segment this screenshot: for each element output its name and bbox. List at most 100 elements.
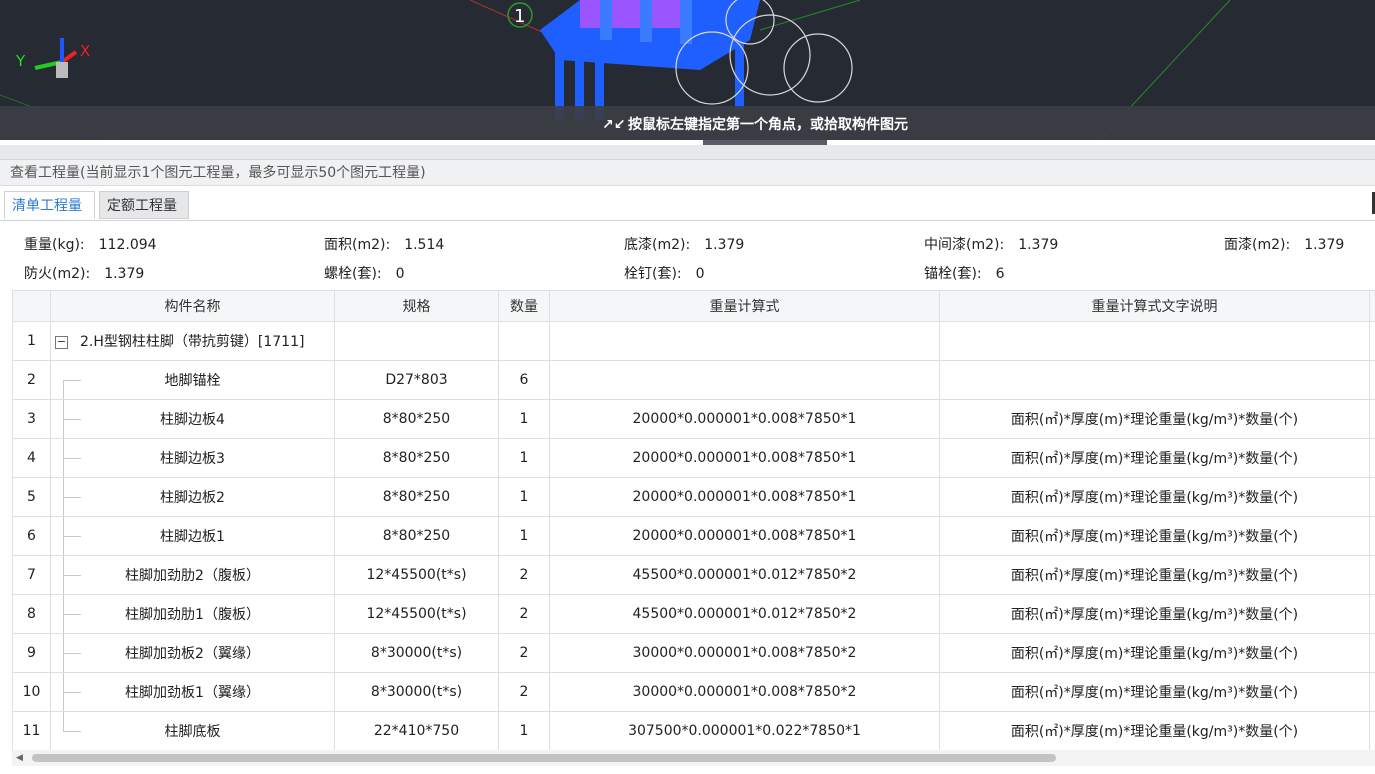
col-header-extra [1369,290,1375,322]
row-qty [498,321,550,361]
table-row[interactable]: 7 柱脚加劲肋2（腹板） 12*45500(t*s) 2 45500*0.000… [12,555,1375,595]
summary-studs: 栓钉(套): 0 [624,266,705,282]
scroll-left-icon[interactable]: ◀ [16,753,23,763]
anchor-bolt-shape[interactable] [735,40,744,110]
row-spec: 12*45500(t*s) [334,555,499,595]
panel-splitter[interactable] [0,145,1375,160]
row-extra [1369,438,1375,478]
row-formula [549,321,940,361]
stiffener-shape[interactable] [600,0,612,40]
row-spec: 22*410*750 [334,711,499,751]
col-header-formula[interactable]: 重量计算式 [549,290,940,322]
table-row[interactable]: 2 地脚锚栓 D27*803 6 [12,360,1375,400]
row-extra [1369,321,1375,361]
table-row[interactable]: 10 柱脚加劲板1（翼缘） 8*30000(t*s) 2 30000*0.000… [12,672,1375,712]
panel-title: 查看工程量(当前显示1个图元工程量，最多可显示50个图元工程量) [0,160,1375,186]
row-extra [1369,477,1375,517]
summary-intermediate-paint: 中间漆(m2): 1.379 [924,237,1059,253]
table-row[interactable]: 3 柱脚边板4 8*80*250 1 20000*0.000001*0.008*… [12,399,1375,439]
tab-strip: 清单工程量 定额工程量 [0,190,1375,221]
row-name: 2.H型钢柱柱脚（带抗剪键）[1711] [80,334,305,350]
summary-weight: 重量(kg): 112.094 [24,237,157,253]
stiffener-shape[interactable] [640,0,652,42]
row-index: 10 [12,672,51,712]
summary-area: 面积(m2): 1.514 [324,237,445,253]
row-name-cell: 柱脚底板 [50,711,335,751]
row-extra [1369,360,1375,400]
col-header-qty[interactable]: 数量 [498,290,550,322]
status-hint: ↗↙ 按鼠标左键指定第一个角点，或拾取构件图元 [602,114,908,134]
row-qty: 2 [498,594,550,634]
row-name-cell: 柱脚边板4 [50,399,335,439]
horizontal-scrollbar[interactable]: ◀ [12,750,1375,766]
row-extra [1369,399,1375,439]
tab-quota-quantity[interactable]: 定额工程量 [99,191,189,219]
row-spec: 8*80*250 [334,516,499,556]
row-qty: 6 [498,360,550,400]
table-row[interactable]: 9 柱脚加劲板2（翼缘） 8*30000(t*s) 2 30000*0.0000… [12,633,1375,673]
row-formula [549,360,940,400]
row-spec: 8*80*250 [334,399,499,439]
row-name-cell: −2.H型钢柱柱脚（带抗剪键）[1711] [50,321,335,361]
row-qty: 1 [498,516,550,556]
row-desc: 面积(㎡)*厚度(m)*理论重量(kg/m³)*数量(个) [939,477,1370,517]
summary-primer: 底漆(m2): 1.379 [624,237,745,253]
row-desc: 面积(㎡)*厚度(m)*理论重量(kg/m³)*数量(个) [939,711,1370,751]
axis-gizmo-icon: Y X [15,38,90,78]
row-formula: 45500*0.000001*0.012*7850*2 [549,555,940,595]
row-extra [1369,672,1375,712]
row-name-cell: 柱脚加劲板2（翼缘） [50,633,335,673]
row-desc [939,360,1370,400]
row-name: 柱脚加劲板1（翼缘） [125,685,260,701]
row-extra [1369,516,1375,556]
row-index: 7 [12,555,51,595]
row-extra [1369,711,1375,751]
row-formula: 30000*0.000001*0.008*7850*2 [549,672,940,712]
row-desc: 面积(㎡)*厚度(m)*理论重量(kg/m³)*数量(个) [939,438,1370,478]
row-desc: 面积(㎡)*厚度(m)*理论重量(kg/m³)*数量(个) [939,555,1370,595]
table-row[interactable]: 11 柱脚底板 22*410*750 1 307500*0.000001*0.0… [12,711,1375,751]
row-index: 5 [12,477,51,517]
row-qty: 1 [498,711,550,751]
table-row[interactable]: 4 柱脚边板3 8*80*250 1 20000*0.000001*0.008*… [12,438,1375,478]
collapse-toggle-icon[interactable]: − [55,335,68,349]
col-header-index[interactable] [12,290,51,322]
table-row[interactable]: 5 柱脚边板2 8*80*250 1 20000*0.000001*0.008*… [12,477,1375,517]
scrollbar-thumb[interactable] [32,754,1056,762]
col-header-desc[interactable]: 重量计算式文字说明 [939,290,1370,322]
row-name: 柱脚边板1 [160,529,225,545]
row-index: 3 [12,399,51,439]
tab-bill-quantity[interactable]: 清单工程量 [4,191,95,219]
svg-text:Y: Y [15,52,26,70]
col-header-name[interactable]: 构件名称 [50,290,335,322]
row-spec: 8*80*250 [334,438,499,478]
row-name-cell: 柱脚加劲板1（翼缘） [50,672,335,712]
col-header-spec[interactable]: 规格 [334,290,499,322]
row-spec: D27*803 [334,360,499,400]
column-section-shape[interactable] [580,0,690,28]
row-desc [939,321,1370,361]
row-name-cell: 地脚锚栓 [50,360,335,400]
table-row[interactable]: 8 柱脚加劲肋1（腹板） 12*45500(t*s) 2 45500*0.000… [12,594,1375,634]
row-spec: 8*80*250 [334,477,499,517]
row-name: 柱脚加劲肋1（腹板） [125,607,260,623]
status-hint-text: 按鼠标左键指定第一个角点，或拾取构件图元 [628,117,908,133]
3d-viewport[interactable]: 1 Y X ↗↙ 按鼠标左键指定第一个角点，或拾取构件图元 [0,0,1375,140]
table-row[interactable]: 1 −2.H型钢柱柱脚（带抗剪键）[1711] [12,321,1375,361]
svg-text:X: X [80,42,90,60]
stiffener-shape[interactable] [680,0,692,44]
row-name-cell: 柱脚边板2 [50,477,335,517]
row-formula: 20000*0.000001*0.008*7850*1 [549,438,940,478]
row-name-cell: 柱脚边板1 [50,516,335,556]
row-qty: 1 [498,399,550,439]
row-name: 柱脚加劲板2（翼缘） [125,646,260,662]
row-name: 柱脚加劲肋2（腹板） [125,568,260,584]
table-row[interactable]: 6 柱脚边板1 8*80*250 1 20000*0.000001*0.008*… [12,516,1375,556]
row-formula: 20000*0.000001*0.008*7850*1 [549,477,940,517]
row-desc: 面积(㎡)*厚度(m)*理论重量(kg/m³)*数量(个) [939,516,1370,556]
row-index: 4 [12,438,51,478]
row-qty: 1 [498,438,550,478]
row-desc: 面积(㎡)*厚度(m)*理论重量(kg/m³)*数量(个) [939,633,1370,673]
row-desc: 面积(㎡)*厚度(m)*理论重量(kg/m³)*数量(个) [939,672,1370,712]
row-name: 地脚锚栓 [164,373,221,389]
